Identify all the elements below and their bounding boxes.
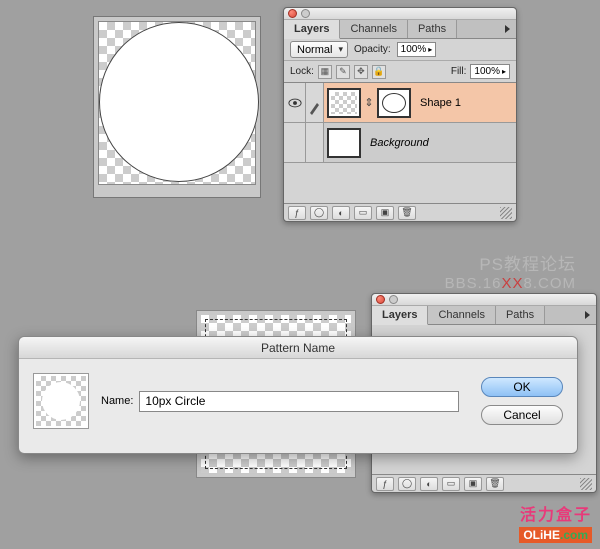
tab-layers[interactable]: Layers [284,20,340,39]
opacity-value: 100% [401,44,427,55]
pattern-name-dialog: Pattern Name Name: OK Cancel [18,336,578,454]
window-controls [288,9,310,18]
brush-icon [306,83,324,123]
visibility-toggle[interactable] [284,83,306,122]
watermark-line2: BBS.16XX8.COM [445,275,576,292]
name-field-wrap: Name: [101,391,459,412]
close-icon[interactable] [376,295,385,304]
layer-row-shape1[interactable]: ⇕ Shape 1 [284,83,516,123]
ok-button[interactable]: OK [481,377,563,397]
lock-move-icon[interactable]: ✥ [354,65,368,79]
resize-grip-icon[interactable] [580,478,592,490]
palette-bottom-bar: ƒ ◯ ◐ ▭ ▣ 🗑 [284,203,516,221]
pattern-preview-thumb [36,376,86,426]
visibility-toggle[interactable] [284,123,306,162]
layer-name[interactable]: Background [370,137,429,149]
vector-mask-thumbnail[interactable] [377,88,411,118]
palette-menu-icon[interactable] [498,20,516,38]
lock-all-icon[interactable]: 🔒 [372,65,386,79]
eye-icon [288,98,302,108]
trash-icon[interactable]: 🗑 [486,477,504,491]
link-column[interactable] [306,83,324,122]
close-icon[interactable] [288,9,297,18]
chevron-right-icon: ▸ [502,67,506,76]
dialog-buttons: OK Cancel [481,377,563,425]
layer-thumbnail[interactable] [327,128,361,158]
tab-channels[interactable]: Channels [428,306,495,324]
opacity-label: Opacity: [354,44,391,55]
layer-thumbnail[interactable] [327,88,361,118]
tab-channels[interactable]: Channels [340,20,407,38]
layers-list: ⇕ Shape 1 Background [284,83,516,163]
palette-titlebar[interactable] [372,294,596,306]
name-label: Name: [101,395,133,407]
chevron-right-icon: ▸ [428,45,432,54]
minimize-icon[interactable] [301,9,310,18]
palette-bottom-bar: ƒ ◯ ◐ ▭ ▣ 🗑 [372,474,596,492]
fill-field[interactable]: 100% ▸ [470,64,510,79]
watermark-text: PS教程论坛 BBS.16XX8.COM [445,250,576,292]
palette-titlebar[interactable] [284,8,516,20]
brand-text-1: 活力盒子 [520,501,592,525]
lock-label: Lock: [290,66,314,77]
minimize-icon[interactable] [389,295,398,304]
blend-mode-value: Normal [297,44,332,56]
new-layer-icon[interactable]: ▣ [376,206,394,220]
dialog-title: Pattern Name [19,337,577,359]
lock-transparency-icon[interactable]: ▦ [318,65,332,79]
circle-shape-path [99,22,259,182]
tab-layers[interactable]: Layers [372,306,428,325]
adjustment-layer-icon[interactable]: ◐ [420,477,438,491]
lock-brush-icon[interactable]: ✎ [336,65,350,79]
fill-value: 100% [474,66,500,77]
palette-tabs: Layers Channels Paths [284,20,516,39]
trash-icon[interactable]: 🗑 [398,206,416,220]
resize-grip-icon[interactable] [500,207,512,219]
lock-fill-row: Lock: ▦ ✎ ✥ 🔒 Fill: 100% ▸ [284,61,516,83]
canvas-window [93,16,261,198]
fx-icon[interactable]: ƒ [288,206,306,220]
adjustment-layer-icon[interactable]: ◐ [332,206,350,220]
canvas-document[interactable] [98,21,256,185]
pattern-name-input[interactable] [139,391,459,412]
layer-mask-icon[interactable]: ◯ [310,206,328,220]
pattern-preview [33,373,89,429]
link-column[interactable] [306,123,324,162]
window-controls [376,295,398,304]
layers-palette: Layers Channels Paths Normal ▾ Opacity: … [283,7,517,222]
palette-tabs: Layers Channels Paths [372,306,596,325]
layer-row-background[interactable]: Background [284,123,516,163]
dropdown-caret-icon: ▾ [338,44,343,55]
folder-icon[interactable]: ▭ [442,477,460,491]
link-icon: ⇕ [364,88,374,118]
layer-name[interactable]: Shape 1 [420,97,461,109]
brand-text-2: OLiHE.com [519,527,592,543]
blend-mode-select[interactable]: Normal ▾ [290,41,348,58]
dialog-body: Name: OK Cancel [19,359,577,443]
cancel-button[interactable]: Cancel [481,405,563,425]
folder-icon[interactable]: ▭ [354,206,372,220]
tab-paths[interactable]: Paths [408,20,457,38]
fx-icon[interactable]: ƒ [376,477,394,491]
blend-opacity-row: Normal ▾ Opacity: 100% ▸ [284,39,516,61]
fill-label: Fill: [451,66,467,77]
tab-paths[interactable]: Paths [496,306,545,324]
new-layer-icon[interactable]: ▣ [464,477,482,491]
layer-mask-icon[interactable]: ◯ [398,477,416,491]
palette-menu-icon[interactable] [578,306,596,324]
watermark-line1: PS教程论坛 [445,250,576,275]
opacity-field[interactable]: 100% ▸ [397,42,437,57]
